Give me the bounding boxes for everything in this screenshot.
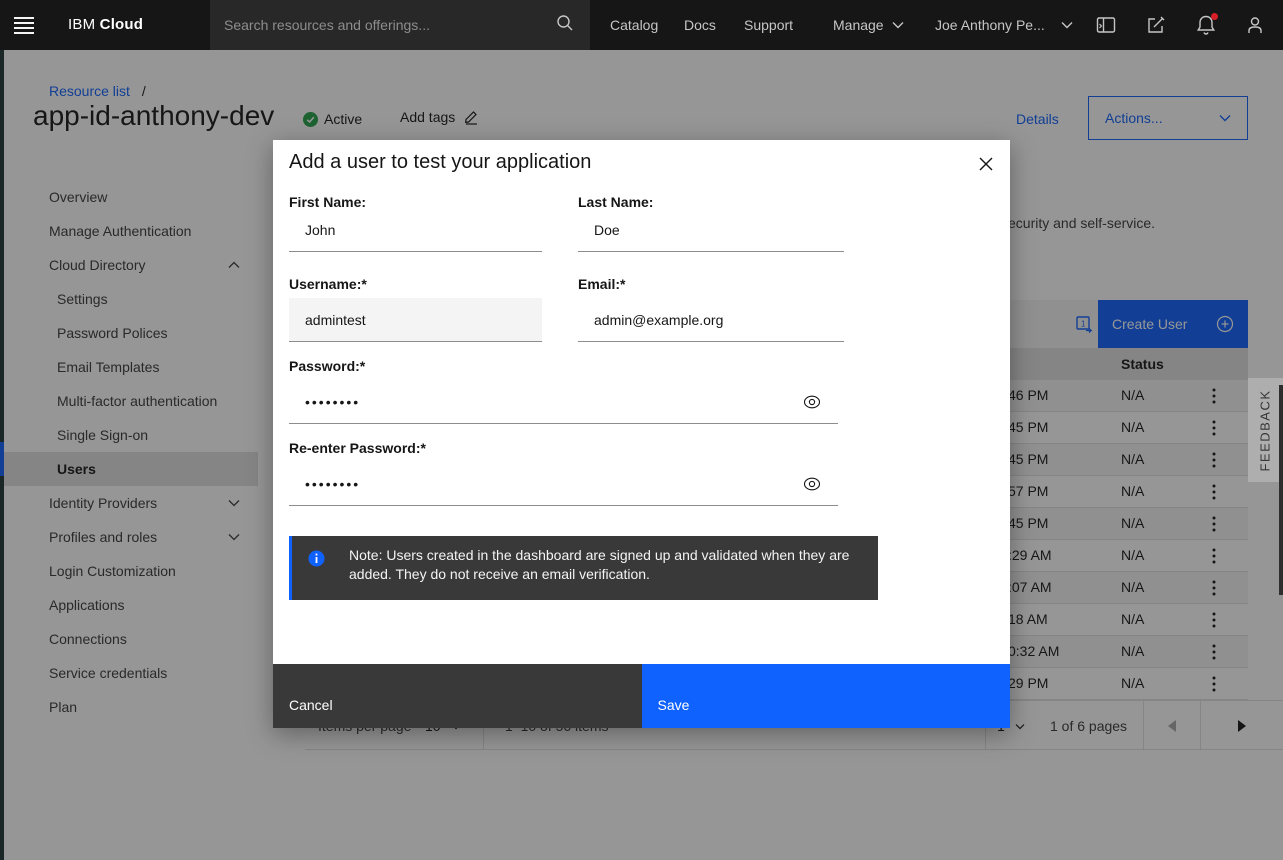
search-input[interactable] [210, 0, 556, 50]
nav-manage[interactable]: Manage [833, 0, 904, 50]
info-icon [308, 550, 325, 572]
info-notification-text: Note: Users created in the dashboard are… [349, 546, 862, 584]
reenter-password-label: Re-enter Password:* [289, 440, 426, 456]
ibm-cloud-app: IBM Cloud Catalog Docs Support Manage Jo… [0, 0, 1283, 860]
reenter-password-input-wrap [289, 462, 838, 506]
user-avatar-icon[interactable] [1231, 1, 1279, 49]
nav-docs[interactable]: Docs [684, 0, 716, 50]
chevron-down-icon [892, 21, 904, 29]
cli-window-icon[interactable] [1082, 1, 1130, 49]
scrollbar-thumb[interactable] [1279, 385, 1283, 595]
notifications-icon[interactable] [1182, 1, 1230, 49]
brand-logo[interactable]: IBM Cloud [68, 16, 143, 33]
show-password-icon[interactable] [802, 392, 822, 412]
show-password-icon[interactable] [802, 474, 822, 494]
last-name-field[interactable] [578, 208, 844, 252]
save-button[interactable]: Save [642, 664, 1011, 728]
feedback-tab[interactable]: FEEDBACK [1248, 378, 1283, 482]
password-input-wrap [289, 380, 838, 424]
nav-account-label: Joe Anthony Pe... [935, 17, 1045, 33]
close-icon[interactable] [968, 146, 1004, 182]
nav-catalog[interactable]: Catalog [610, 0, 658, 50]
username-field[interactable] [289, 298, 542, 342]
modal-footer: Cancel Save [273, 664, 1010, 728]
nav-support-label: Support [744, 17, 793, 33]
edit-feedback-icon[interactable] [1132, 1, 1180, 49]
chevron-down-icon [1061, 21, 1073, 29]
modal-title: Add a user to test your application [289, 151, 591, 174]
nav-docs-label: Docs [684, 17, 716, 33]
password-field[interactable] [289, 380, 838, 424]
global-search [210, 0, 590, 50]
password-label: Password:* [289, 358, 365, 374]
cancel-button[interactable]: Cancel [273, 664, 642, 728]
brand-ibm: IBM [68, 16, 95, 33]
info-notification: Note: Users created in the dashboard are… [289, 536, 878, 600]
menu-icon[interactable] [10, 0, 54, 50]
email-field[interactable] [578, 298, 844, 342]
reenter-password-field[interactable] [289, 462, 838, 506]
nav-catalog-label: Catalog [610, 17, 658, 33]
nav-account[interactable]: Joe Anthony Pe... [935, 0, 1073, 50]
email-label: Email:* [578, 276, 625, 292]
first-name-field[interactable] [289, 208, 542, 252]
username-label: Username:* [289, 276, 367, 292]
notification-dot [1211, 13, 1218, 20]
nav-manage-label: Manage [833, 17, 884, 33]
feedback-label: FEEDBACK [1258, 389, 1273, 471]
brand-cloud: Cloud [100, 16, 144, 33]
nav-support[interactable]: Support [744, 0, 793, 50]
add-user-modal: Add a user to test your application Firs… [273, 140, 1010, 728]
search-icon[interactable] [556, 14, 574, 37]
top-header: IBM Cloud Catalog Docs Support Manage Jo… [0, 0, 1283, 50]
